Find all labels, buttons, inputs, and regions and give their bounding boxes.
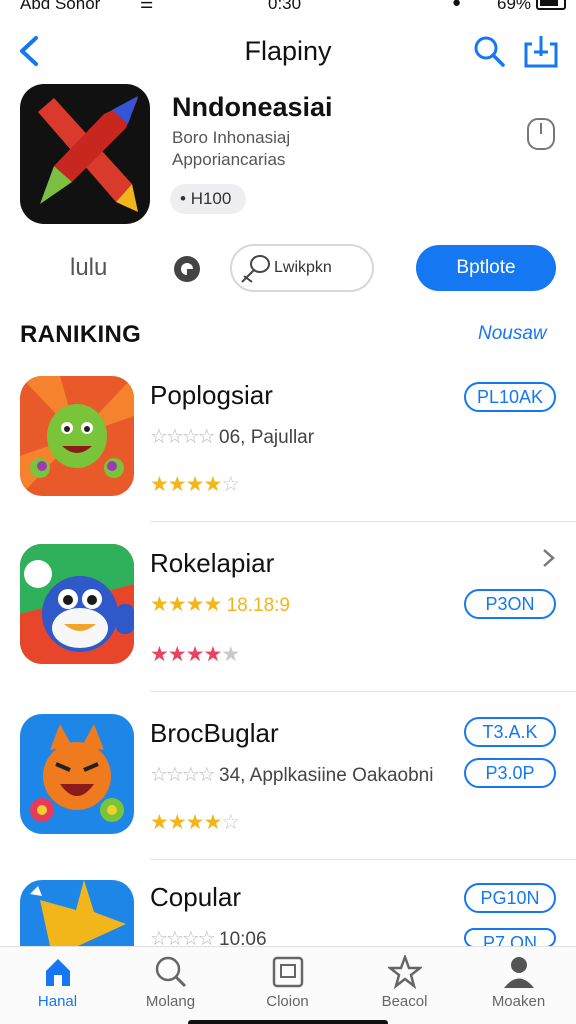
- carrier-label: Abd Sohor: [20, 0, 101, 13]
- app-meta: ☆☆☆☆ 06, Pajullar: [150, 424, 314, 449]
- badge-label: H100: [190, 189, 232, 208]
- update-button[interactable]: Bptlote: [416, 245, 556, 291]
- app-name[interactable]: BrocBuglar: [150, 718, 279, 749]
- nav-bar: Flapiny: [0, 28, 576, 78]
- featured-app-name: Nndoneasiai: [172, 92, 333, 122]
- status-bar: Abd Sohor ☰ 0:30 ● 69%: [0, 0, 576, 20]
- tab-label: Cloion: [266, 993, 309, 1010]
- tab-search[interactable]: Molang: [113, 947, 228, 1017]
- app-meta: ☆☆☆☆ 34, Applkasiine Oakaobni: [150, 762, 433, 787]
- pin-icon: [241, 255, 270, 283]
- home-indicator: [188, 1020, 388, 1024]
- rating-stars: ★★★★☆: [150, 473, 240, 496]
- app-meta: ★★★★ 18.18:9: [150, 592, 290, 617]
- action-label[interactable]: lulu: [70, 254, 107, 282]
- app-name[interactable]: Copular: [150, 882, 241, 913]
- tab-bar: Hanal Molang Cloion Beacol Moaken: [0, 946, 576, 1024]
- person-icon: [504, 957, 534, 988]
- app-name[interactable]: Poplogsiar: [150, 380, 273, 411]
- bird-character-icon: [20, 544, 134, 664]
- app-icon-blue-bird[interactable]: [20, 544, 134, 664]
- orange-creature-icon: [30, 724, 124, 822]
- lookup-label: Lwikpkn: [274, 259, 332, 276]
- wifi-icon: ☰: [140, 0, 154, 12]
- app-icon-monster-green[interactable]: [20, 376, 134, 496]
- badge-dot-icon: •: [180, 189, 186, 208]
- app-get-button[interactable]: PG10N: [464, 883, 556, 913]
- divider: [150, 521, 576, 522]
- tab-profile[interactable]: Moaken: [461, 947, 576, 1017]
- app-icon-star-creature[interactable]: [20, 880, 134, 946]
- search-icon[interactable]: [472, 34, 506, 68]
- chevron-right-icon[interactable]: [540, 547, 556, 569]
- rating-stars-small: ☆☆☆☆: [150, 764, 216, 786]
- tab-label: Hanal: [37, 993, 78, 1010]
- tab-archive[interactable]: Cloion: [230, 947, 345, 1017]
- timer-icon[interactable]: [527, 118, 555, 150]
- see-all-link[interactable]: Nousaw: [478, 323, 547, 345]
- star-creature-icon: [30, 880, 126, 946]
- rating-stars: ★★★★★: [150, 643, 240, 666]
- rating-stars-small: ☆☆☆☆: [150, 426, 216, 448]
- location-icon: ●: [452, 0, 462, 11]
- divider: [150, 859, 576, 860]
- battery-icon: [536, 0, 566, 10]
- tab-label: Moaken: [491, 993, 546, 1010]
- star-icon: [388, 955, 422, 989]
- app-get-button[interactable]: P3ON: [464, 589, 556, 619]
- app-icon-orange-creature[interactable]: [20, 714, 134, 834]
- share-icon[interactable]: [524, 34, 558, 68]
- app-price-button[interactable]: P7.ON: [464, 928, 556, 948]
- rating-stars: ★★★★☆: [150, 811, 240, 834]
- divider: [150, 691, 576, 692]
- featured-app-category: Apporiancarias: [172, 150, 286, 169]
- featured-app-subtitle: Boro Inhonasiaj: [172, 128, 291, 147]
- tab-star[interactable]: Beacol: [347, 947, 462, 1017]
- status-time: 0:30: [268, 0, 302, 13]
- app-get-button[interactable]: T3.A.K: [464, 717, 556, 747]
- search-icon: [155, 956, 187, 988]
- archive-icon: [272, 956, 304, 988]
- app-price-button[interactable]: P3.0P: [464, 758, 556, 788]
- home-icon: [46, 959, 70, 986]
- lookup-button[interactable]: Lwikpkn: [230, 244, 374, 292]
- app-name[interactable]: Rokelapiar: [150, 548, 274, 579]
- app-meta-text: 06, Pajullar: [219, 427, 315, 448]
- tab-home[interactable]: Hanal: [0, 947, 115, 1017]
- section-title: RANIKING: [20, 321, 142, 348]
- featured-app-badge: • H100: [170, 184, 246, 214]
- disc-icon[interactable]: [174, 256, 200, 282]
- tab-label: Beacol: [381, 993, 428, 1010]
- tab-label: Molang: [145, 993, 196, 1010]
- battery-percent: 69%: [497, 0, 532, 13]
- app-meta-text: 34, Applkasiine Oakaobni: [219, 765, 434, 786]
- app-meta-text: 18.18:9: [226, 595, 290, 616]
- crayon-cross-icon: [38, 96, 138, 212]
- app-get-button[interactable]: PL10AK: [464, 382, 556, 412]
- green-monster-icon: [20, 376, 134, 496]
- featured-app-icon[interactable]: [20, 84, 150, 224]
- rating-stars-small: ★★★★: [150, 593, 222, 616]
